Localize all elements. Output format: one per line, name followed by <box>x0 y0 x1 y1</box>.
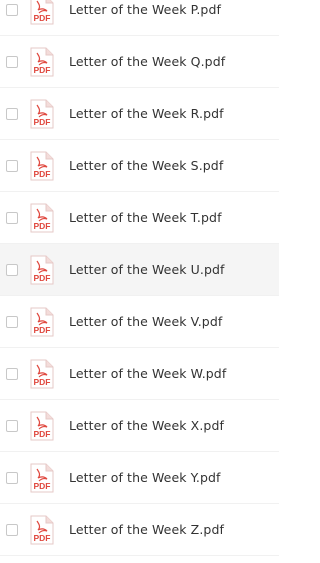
row-checkbox[interactable] <box>6 108 18 120</box>
pdf-file-icon: PDF <box>30 255 54 285</box>
file-name[interactable]: Letter of the Week X.pdf <box>69 418 224 433</box>
file-name[interactable]: Letter of the Week T.pdf <box>69 210 222 225</box>
pdf-file-icon: PDF <box>30 47 54 77</box>
pdf-badge-text: PDF <box>34 273 51 283</box>
file-row[interactable]: PDF Letter of the Week S.pdf <box>0 140 279 192</box>
row-checkbox[interactable] <box>6 56 18 68</box>
pdf-badge-text: PDF <box>34 13 51 23</box>
row-checkbox[interactable] <box>6 316 18 328</box>
row-checkbox[interactable] <box>6 472 18 484</box>
pdf-badge-text: PDF <box>34 533 51 543</box>
file-name[interactable]: Letter of the Week W.pdf <box>69 366 226 381</box>
pdf-file-icon: PDF <box>30 203 54 233</box>
file-row[interactable]: PDF Letter of the Week T.pdf <box>0 192 279 244</box>
file-name[interactable]: Letter of the Week S.pdf <box>69 158 223 173</box>
row-checkbox[interactable] <box>6 524 18 536</box>
pdf-badge-text: PDF <box>34 65 51 75</box>
file-name[interactable]: Letter of the Week P.pdf <box>69 2 221 17</box>
file-row[interactable]: PDF Letter of the Week W.pdf <box>0 348 279 400</box>
file-name[interactable]: Letter of the Week V.pdf <box>69 314 222 329</box>
file-row[interactable]: PDF Letter of the Week R.pdf <box>0 88 279 140</box>
file-row[interactable]: PDF Letter of the Week U.pdf <box>0 244 279 296</box>
pdf-badge-text: PDF <box>34 325 51 335</box>
pdf-file-icon: PDF <box>30 151 54 181</box>
file-name[interactable]: Letter of the Week Q.pdf <box>69 54 225 69</box>
pdf-file-icon: PDF <box>30 411 54 441</box>
row-checkbox[interactable] <box>6 4 18 16</box>
pdf-badge-text: PDF <box>34 169 51 179</box>
row-checkbox[interactable] <box>6 160 18 172</box>
file-row[interactable]: PDF Letter of the Week X.pdf <box>0 400 279 452</box>
pdf-file-icon: PDF <box>30 515 54 545</box>
file-row[interactable]: PDF Letter of the Week Q.pdf <box>0 36 279 88</box>
pdf-file-icon: PDF <box>30 99 54 129</box>
pdf-file-icon: PDF <box>30 307 54 337</box>
file-row[interactable]: PDF Letter of the Week Y.pdf <box>0 452 279 504</box>
pdf-badge-text: PDF <box>34 377 51 387</box>
pdf-file-icon: PDF <box>30 0 54 25</box>
file-list: PDF Letter of the Week P.pdf PDF Letter of … <box>0 0 279 556</box>
file-name[interactable]: Letter of the Week Z.pdf <box>69 522 224 537</box>
file-name[interactable]: Letter of the Week R.pdf <box>69 106 224 121</box>
file-row[interactable]: PDF Letter of the Week Z.pdf <box>0 504 279 556</box>
file-row[interactable]: PDF Letter of the Week P.pdf <box>0 0 279 36</box>
row-checkbox[interactable] <box>6 420 18 432</box>
pdf-badge-text: PDF <box>34 221 51 231</box>
pdf-file-icon: PDF <box>30 359 54 389</box>
pdf-badge-text: PDF <box>34 117 51 127</box>
file-row[interactable]: PDF Letter of the Week V.pdf <box>0 296 279 348</box>
pdf-file-icon: PDF <box>30 463 54 493</box>
row-checkbox[interactable] <box>6 368 18 380</box>
row-checkbox[interactable] <box>6 264 18 276</box>
row-checkbox[interactable] <box>6 212 18 224</box>
file-name[interactable]: Letter of the Week Y.pdf <box>69 470 221 485</box>
pdf-badge-text: PDF <box>34 481 51 491</box>
file-name[interactable]: Letter of the Week U.pdf <box>69 262 225 277</box>
pdf-badge-text: PDF <box>34 429 51 439</box>
